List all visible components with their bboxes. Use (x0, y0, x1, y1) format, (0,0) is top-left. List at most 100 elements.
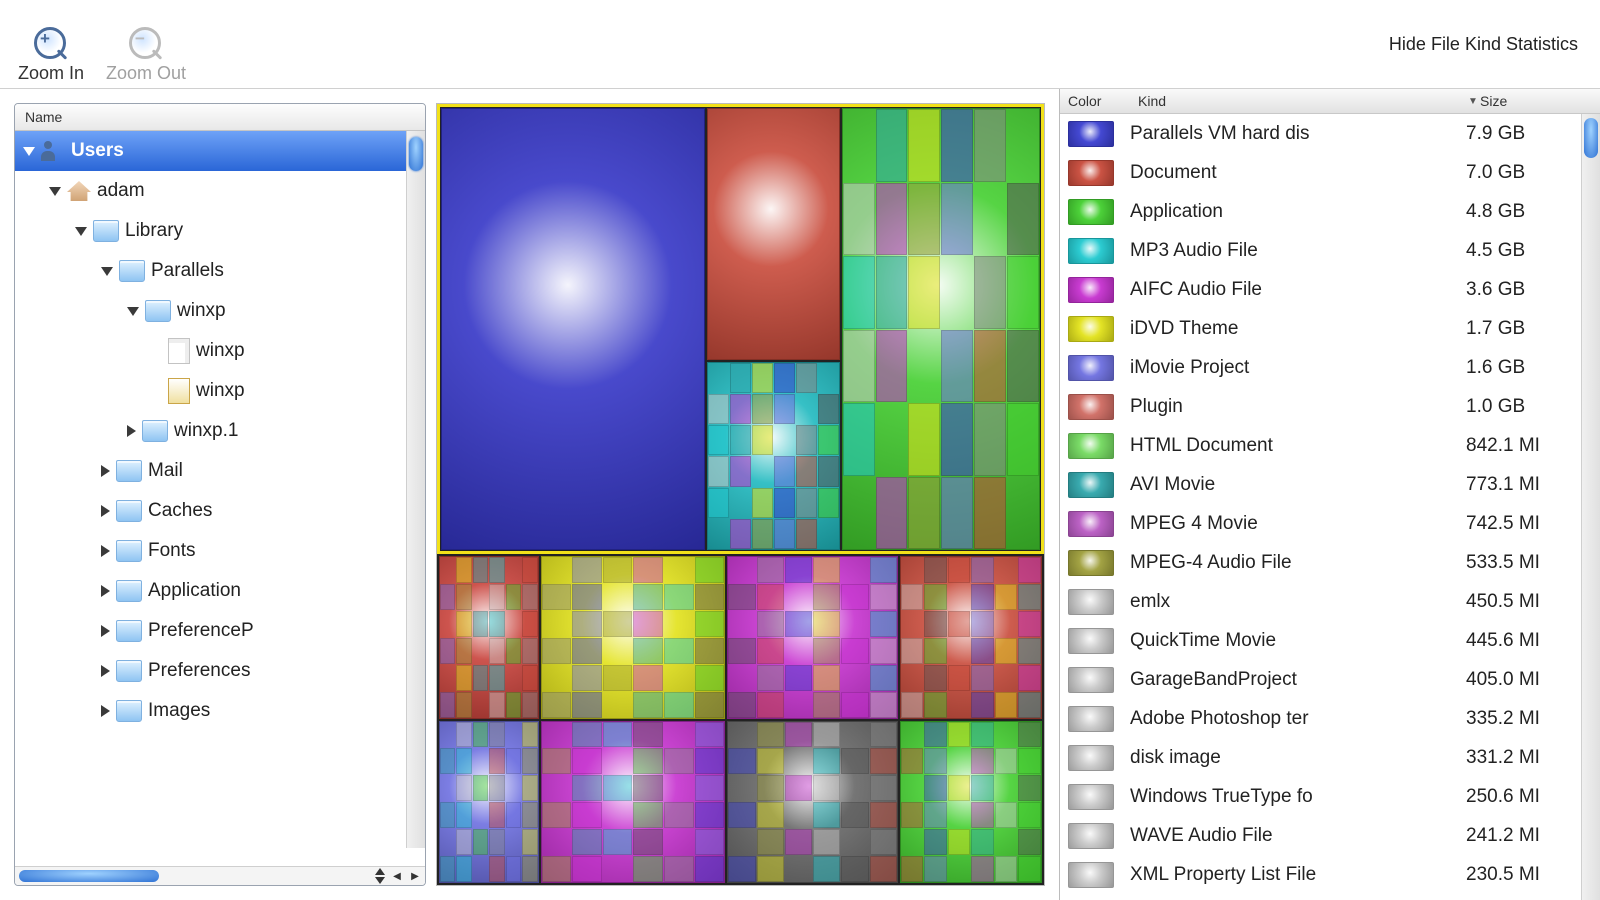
stats-row[interactable]: Windows TrueType fo250.6 MI (1060, 777, 1582, 816)
color-swatch (1068, 550, 1114, 576)
stats-size-label: 773.1 MI (1466, 474, 1576, 496)
tree-row[interactable]: Preferences (15, 651, 407, 691)
tree-row[interactable]: Application (15, 571, 407, 611)
disclosure-triangle-icon[interactable] (75, 227, 87, 236)
hide-file-kind-statistics-button[interactable]: Hide File Kind Statistics (1389, 34, 1582, 55)
stats-row[interactable]: AVI Movie773.1 MI (1060, 465, 1582, 504)
treemap-cell[interactable] (541, 556, 726, 718)
tree-row[interactable]: winxp (15, 331, 407, 371)
tree-row[interactable]: Images (15, 691, 407, 731)
treemap-cell[interactable] (541, 721, 726, 883)
stats-size-label: 445.6 MI (1466, 630, 1576, 652)
disclosure-triangle-icon[interactable] (127, 307, 139, 316)
tree-row[interactable]: Library (15, 211, 407, 251)
color-swatch (1068, 433, 1114, 459)
tree-row[interactable]: winxp (15, 371, 407, 411)
tree-row[interactable]: Fonts (15, 531, 407, 571)
disclosure-triangle-icon[interactable] (49, 187, 61, 196)
treemap-cell[interactable] (441, 108, 705, 550)
stats-row[interactable]: emlx450.5 MI (1060, 582, 1582, 621)
tree-row[interactable]: adam (15, 171, 407, 211)
stats-row[interactable]: GarageBandProject405.0 MI (1060, 660, 1582, 699)
treemap-cell[interactable] (707, 108, 839, 360)
disclosure-triangle-icon[interactable] (101, 705, 110, 717)
tree-header-name[interactable]: Name (15, 104, 425, 131)
stats-header-kind[interactable]: Kind (1138, 93, 1466, 109)
stats-row[interactable]: disk image331.2 MI (1060, 738, 1582, 777)
treemap-cell[interactable] (727, 721, 898, 883)
folder-icon (116, 660, 142, 682)
stats-row[interactable]: Document7.0 GB (1060, 153, 1582, 192)
zoom-out-button[interactable]: − Zoom Out (106, 27, 186, 84)
folder-icon (116, 580, 142, 602)
tree-horizontal-scrollbar[interactable]: ◀ ▶ (15, 866, 425, 885)
stats-row[interactable]: AIFC Audio File3.6 GB (1060, 270, 1582, 309)
disclosure-triangle-icon[interactable] (101, 465, 110, 477)
tree-row[interactable]: Caches (15, 491, 407, 531)
disclosure-triangle-icon[interactable] (101, 545, 110, 557)
tree-hscroll-left[interactable]: ◀ (391, 871, 403, 882)
disclosure-triangle-icon[interactable] (101, 267, 113, 276)
color-swatch (1068, 316, 1114, 342)
stats-row[interactable]: QuickTime Movie445.6 MI (1060, 621, 1582, 660)
tree-rows[interactable]: UsersadamLibraryParallelswinxpwinxpwinxp… (15, 131, 407, 866)
tree-row-label: winxp (177, 300, 226, 322)
chevron-down-icon (375, 877, 385, 884)
stats-header-color[interactable]: Color (1060, 93, 1138, 109)
treemap-cell[interactable] (439, 556, 539, 718)
stats-row[interactable]: WAVE Audio File241.2 MI (1060, 816, 1582, 855)
stats-row[interactable]: iDVD Theme1.7 GB (1060, 309, 1582, 348)
stats-row[interactable]: Application4.8 GB (1060, 192, 1582, 231)
stats-row[interactable]: iMovie Project1.6 GB (1060, 348, 1582, 387)
tree-row[interactable]: Users (15, 131, 407, 171)
stats-row[interactable]: XML Property List File230.5 MI (1060, 855, 1582, 894)
disclosure-triangle-icon[interactable] (101, 665, 110, 677)
treemap-cell[interactable] (900, 556, 1042, 718)
tree-row[interactable]: winxp (15, 291, 407, 331)
stats-row[interactable]: MP3 Audio File4.5 GB (1060, 231, 1582, 270)
tree-row-label: winxp.1 (174, 420, 238, 442)
stats-row[interactable]: Folder221.3 MI (1060, 894, 1582, 900)
color-swatch (1068, 862, 1114, 888)
treemap-lower-region[interactable] (437, 554, 1044, 885)
disclosure-triangle-icon[interactable] (101, 505, 110, 517)
tree-row[interactable]: Mail (15, 451, 407, 491)
stats-rows[interactable]: Parallels VM hard dis7.9 GBDocument7.0 G… (1060, 114, 1582, 900)
stats-row[interactable]: Plugin1.0 GB (1060, 387, 1582, 426)
stats-vertical-scrollbar[interactable] (1581, 114, 1600, 900)
stats-row[interactable]: HTML Document842.1 MI (1060, 426, 1582, 465)
disclosure-triangle-icon[interactable] (127, 425, 136, 437)
tree-row-label: Application (148, 580, 241, 602)
tree-row-label: Users (71, 140, 124, 162)
disclosure-triangle-icon[interactable] (23, 147, 35, 156)
tree-hscroll-thumb[interactable] (19, 870, 159, 882)
color-swatch (1068, 160, 1114, 186)
left-pane: Name UsersadamLibraryParallelswinxpwinxp… (0, 89, 1059, 900)
disclosure-triangle-icon[interactable] (101, 625, 110, 637)
tree-row[interactable]: winxp.1 (15, 411, 407, 451)
tree-row-label: Mail (148, 460, 183, 482)
tree-vertical-scrollbar[interactable] (406, 131, 425, 848)
treemap-selected-region[interactable] (437, 104, 1044, 554)
disclosure-triangle-icon[interactable] (101, 585, 110, 597)
tree-hscroll-right[interactable]: ▶ (409, 871, 421, 882)
stats-scrollbar-thumb[interactable] (1584, 118, 1598, 158)
stats-row[interactable]: Parallels VM hard dis7.9 GB (1060, 114, 1582, 153)
treemap-visualization[interactable] (436, 103, 1045, 886)
color-swatch (1068, 784, 1114, 810)
zoom-in-icon: + (34, 27, 68, 61)
stats-row[interactable]: MPEG 4 Movie742.5 MI (1060, 504, 1582, 543)
tree-row[interactable]: PreferenceP (15, 611, 407, 651)
tree-scrollbar-thumb[interactable] (409, 137, 423, 171)
treemap-cell[interactable] (439, 721, 539, 883)
tree-stepper[interactable] (375, 868, 385, 884)
zoom-in-button[interactable]: + Zoom In (18, 27, 84, 84)
stats-row[interactable]: MPEG-4 Audio File533.5 MI (1060, 543, 1582, 582)
tree-row[interactable]: Parallels (15, 251, 407, 291)
treemap-cell[interactable] (900, 721, 1042, 883)
stats-kind-label: Windows TrueType fo (1130, 786, 1462, 808)
stats-row[interactable]: Adobe Photoshop ter335.2 MI (1060, 699, 1582, 738)
stats-kind-label: MPEG-4 Audio File (1130, 552, 1462, 574)
treemap-cell[interactable] (727, 556, 898, 718)
stats-header-size[interactable]: Size (1480, 93, 1600, 109)
